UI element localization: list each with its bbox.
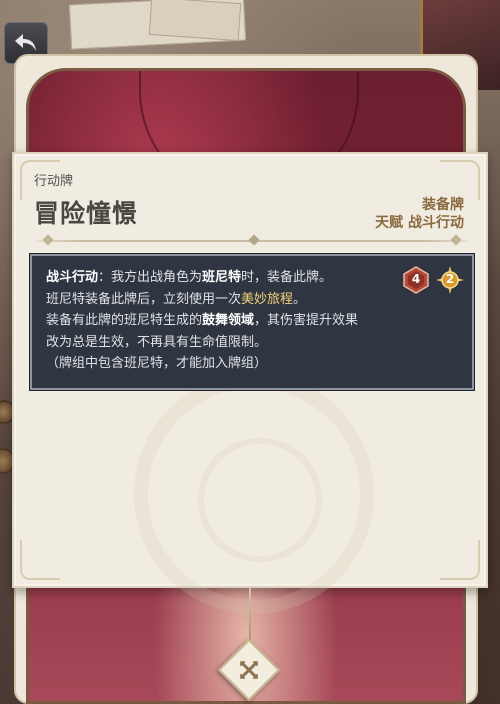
- panel-corner-ornament: [440, 540, 480, 580]
- skill-link[interactable]: 美妙旅程: [241, 292, 293, 307]
- hanging-string: [249, 588, 251, 646]
- title-divider: [36, 234, 468, 246]
- effect-line-4: 改为总是生效，不再具有生命值限制。: [46, 334, 268, 350]
- card-type-label: 行动牌: [34, 174, 74, 189]
- effect-line-2: 班尼特装备此牌后，立刻使用一次美妙旅程。: [46, 291, 307, 307]
- pyro-die-cost: 4: [402, 266, 430, 294]
- card-title: 冒险憧憬: [34, 199, 139, 228]
- card-info-panel: 行动牌 冒险憧憬 装备牌 天赋 战斗行动 战斗行动：我方出战角色为班尼特时，装备…: [12, 152, 488, 614]
- card-tag-talent-combat: 天赋 战斗行动: [375, 215, 464, 231]
- energy-cost: 2: [436, 266, 464, 294]
- panel-watermark: [134, 374, 374, 614]
- background-paper-2: [148, 0, 242, 42]
- card-tag-equipment: 装备牌: [422, 197, 464, 213]
- effect-line-3: 装备有此牌的班尼特生成的鼓舞领域，其伤害提升效果: [46, 313, 359, 328]
- card-effect-description: 战斗行动：我方出战角色为班尼特时，装备此牌。 班尼特装备此牌后，立刻使用一次美妙…: [30, 254, 474, 390]
- effect-line-1: 战斗行动：我方出战角色为班尼特时，装备此牌。: [46, 270, 333, 285]
- effect-line-5: （牌组中包含班尼特，才能加入牌组）: [46, 356, 268, 371]
- back-arrow-icon: [15, 34, 36, 51]
- close-x-icon[interactable]: [229, 650, 269, 690]
- panel-corner-ornament: [20, 540, 60, 580]
